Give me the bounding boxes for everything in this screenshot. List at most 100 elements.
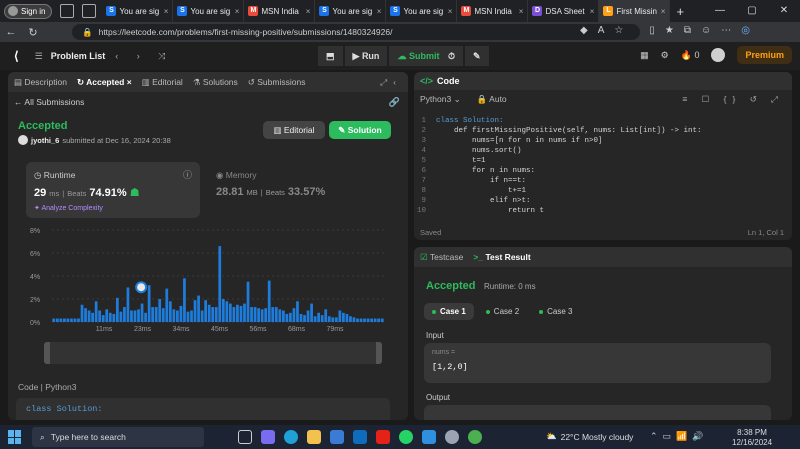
all-submissions-link[interactable]: ← All Submissions — [14, 97, 84, 107]
maximize-icon[interactable]: ▢ — [736, 0, 768, 22]
back-icon[interactable]: ← — [0, 26, 22, 38]
timer-icon[interactable]: ⏱ — [440, 46, 464, 66]
browser-tab[interactable]: S You are sig × — [102, 0, 174, 22]
read-aloud-icon[interactable]: A — [598, 25, 605, 36]
close-icon[interactable]: × — [164, 7, 169, 16]
whatsapp-icon[interactable] — [399, 430, 413, 444]
copilot-app-icon[interactable] — [261, 430, 275, 444]
tab-editorial[interactable]: ▥ Editorial — [142, 77, 183, 88]
close-window-icon[interactable]: ✕ — [768, 0, 800, 22]
profile-icon[interactable]: ☺ — [701, 25, 711, 36]
code-line[interactable]: 7 if n==t: — [414, 176, 792, 186]
range-handle-left[interactable] — [44, 342, 50, 364]
code-line[interactable]: 4 nums.sort() — [414, 146, 792, 156]
close-icon[interactable]: × — [661, 7, 666, 16]
close-icon[interactable]: × — [306, 7, 311, 16]
browser-tab[interactable]: S You are sig × — [386, 0, 458, 22]
case-tab-3[interactable]: Case 3 — [531, 303, 580, 320]
settings-app-icon[interactable] — [445, 430, 459, 444]
debug-button[interactable]: ⬒ — [318, 46, 343, 66]
collections-icon[interactable]: ⧉ — [684, 25, 691, 36]
workspaces-icon[interactable] — [60, 4, 75, 18]
user-avatar[interactable] — [711, 48, 726, 62]
browser-tab[interactable]: M MSN India × — [457, 0, 529, 22]
favorites-icon[interactable]: ★ — [665, 25, 674, 36]
code-line[interactable]: 3 nums=[n for n in nums if n>0] — [414, 136, 792, 146]
runtime-distribution-chart[interactable]: 8% 6% 4% 2% 0% 11ms 23ms 34ms 45ms 56ms 68ms 79ms — [8, 222, 408, 342]
browser-tab[interactable]: M MSN India × — [244, 0, 316, 22]
code-line[interactable]: 5 t=1 — [414, 156, 792, 166]
memory-label[interactable]: ◉ Memory — [216, 170, 256, 181]
username-link[interactable]: jyothi_6 — [31, 136, 59, 145]
share-link-icon[interactable]: 🔗 — [389, 97, 400, 108]
youtube-icon[interactable] — [376, 430, 390, 444]
close-icon[interactable]: × — [448, 7, 453, 16]
code-line[interactable]: 8 t+=1 — [414, 186, 792, 196]
signin-button[interactable]: Sign in — [4, 3, 53, 19]
taskbar-search-input[interactable]: ⌕ Type here to search — [32, 427, 204, 447]
info-icon[interactable]: ⓘ — [183, 168, 192, 181]
tab-description[interactable]: ▤ Description — [14, 77, 67, 88]
panel-controls[interactable]: ⤢‹ — [380, 77, 402, 88]
close-icon[interactable]: × — [377, 7, 382, 16]
outlook-icon[interactable] — [353, 430, 367, 444]
range-handle-right[interactable] — [376, 342, 382, 364]
premium-button[interactable]: Premium — [737, 46, 792, 64]
code-line[interactable]: 2 def firstMissingPositive(self, nums: L… — [414, 126, 792, 136]
code-line[interactable]: 1 class Solution: — [414, 116, 792, 126]
close-icon[interactable]: × — [519, 7, 524, 16]
edge-icon[interactable] — [284, 430, 298, 444]
list-icon[interactable]: ☰ — [35, 51, 43, 62]
browser-tab[interactable]: D DSA Sheet × — [528, 0, 600, 22]
weather-widget[interactable]: ⛅ 22°C Mostly cloudy — [546, 431, 633, 442]
refresh-icon[interactable]: ↻ — [22, 26, 44, 39]
case-tab-2[interactable]: Case 2 — [478, 303, 527, 320]
tab-solutions[interactable]: ⚗ Solutions — [193, 77, 238, 88]
code-line[interactable]: 9 elif n>t: — [414, 196, 792, 206]
tab-test-result[interactable]: >_ Test Result — [473, 252, 530, 262]
problem-list-link[interactable]: Problem List — [51, 51, 106, 61]
language-select[interactable]: Python3 ⌄ — [420, 94, 461, 105]
browser-tab-active[interactable]: L First Missin × — [599, 0, 671, 22]
settings-icon[interactable]: ⚙ — [661, 50, 669, 61]
system-tray[interactable]: ⌃▭📶🔊 — [650, 431, 708, 442]
tab-actions-icon[interactable] — [82, 4, 97, 18]
code-editor[interactable]: 1 class Solution: 2 def firstMissingPositi… — [414, 116, 792, 216]
split-screen-icon[interactable]: ▯ — [649, 25, 655, 36]
leetcode-logo-icon[interactable]: ⟨ — [14, 49, 19, 63]
tab-testcase[interactable]: ☑ Testcase — [420, 252, 463, 263]
case-tab-1[interactable]: Case 1 — [424, 303, 474, 320]
file-explorer-icon[interactable] — [307, 430, 321, 444]
auto-toggle[interactable]: 🔒 Auto — [477, 94, 507, 105]
browser-tab[interactable]: S You are sig × — [173, 0, 245, 22]
streak-icon[interactable]: 🔥 0 — [681, 50, 700, 61]
url-input[interactable]: 🔒 https://leetcode.com/problems/first-mi… — [72, 24, 640, 40]
extension-icon[interactable]: ◆ — [580, 25, 588, 36]
vscode-icon[interactable] — [422, 430, 436, 444]
minimize-icon[interactable]: — — [704, 0, 736, 22]
editor-icons[interactable]: ≡ ☐ {} ↺ ⤢ — [682, 94, 784, 105]
more-icon[interactable]: ⋯ — [721, 25, 731, 36]
chart-range-slider[interactable] — [44, 342, 382, 364]
problem-nav[interactable]: ‹ › ⤨ — [115, 51, 173, 62]
taskbar-clock[interactable]: 8:38 PM 12/16/2024 — [732, 428, 772, 448]
notes-icon[interactable]: ✎ — [465, 46, 489, 66]
favorite-icon[interactable]: ☆ — [614, 25, 623, 36]
runtime-card[interactable]: ◷ Runtime ⓘ 29 ms | Beats 74.91% ☗ ✦ Ana… — [26, 162, 200, 218]
code-line[interactable]: 10 return t — [414, 206, 792, 216]
tab-submissions[interactable]: ↺ Submissions — [248, 77, 306, 88]
windows-start-icon[interactable] — [8, 430, 22, 444]
analyze-complexity-link[interactable]: ✦ Analyze Complexity — [34, 204, 103, 212]
run-button[interactable]: ▶ Run — [344, 46, 388, 66]
submit-button[interactable]: ☁ Submit — [389, 46, 448, 66]
layout-icon[interactable]: ▦ — [640, 50, 649, 61]
chrome-icon[interactable] — [468, 430, 482, 444]
editorial-button[interactable]: ▥ Editorial — [263, 121, 325, 139]
task-view-icon[interactable] — [238, 430, 252, 444]
close-icon[interactable]: × — [590, 7, 595, 16]
new-tab-icon[interactable]: + — [676, 4, 684, 19]
tab-accepted[interactable]: ↻ Accepted × — [77, 77, 132, 88]
store-icon[interactable] — [330, 430, 344, 444]
code-line[interactable]: 6 for n in nums: — [414, 166, 792, 176]
browser-tab[interactable]: S You are sig × — [315, 0, 387, 22]
